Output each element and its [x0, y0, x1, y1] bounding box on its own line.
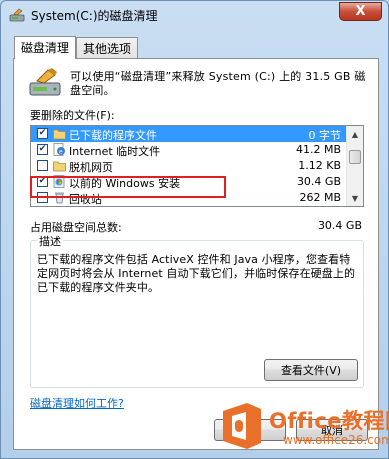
disk-cleanup-window: System(C:)的磁盘清理 X 磁盘清理 其他选项 可以使用“磁盘清理”来释… — [0, 0, 389, 459]
folder-icon — [53, 129, 66, 140]
checkbox[interactable]: ✔ — [37, 128, 48, 139]
close-icon: X — [355, 4, 366, 19]
recycle-bin-icon — [55, 192, 64, 204]
description-text: 已下载的程序文件包括 ActiveX 控件和 Java 小程序，您查看特定网页时… — [37, 253, 356, 294]
ie-icon: e — [53, 143, 65, 156]
scrollbar-thumb[interactable] — [349, 150, 361, 164]
list-item-previous-windows[interactable]: ✔ 以前的 Windows 安装 30.4 GB — [31, 174, 349, 190]
close-button[interactable]: X — [339, 2, 382, 21]
windows-setup-icon — [53, 175, 65, 188]
disk-cleanup-icon — [9, 8, 25, 22]
offline-page-icon — [53, 161, 66, 172]
file-list-scrollbar[interactable]: ▲ ▼ — [346, 126, 363, 206]
title-bar[interactable]: System(C:)的磁盘清理 X — [1, 1, 388, 29]
tab-disk-cleanup[interactable]: 磁盘清理 — [14, 36, 76, 59]
total-space-value: 30.4 GB — [317, 219, 362, 232]
files-to-delete-label: 要删除的文件(F): — [30, 109, 115, 122]
office-logo-icon — [223, 403, 261, 449]
checkbox[interactable]: ✔ — [37, 176, 48, 187]
description-group: 描述 已下载的程序文件包括 ActiveX 控件和 Java 小程序，您查看特定… — [30, 233, 364, 388]
svg-text:e: e — [59, 149, 63, 156]
checkbox[interactable] — [37, 192, 48, 203]
watermark: Office教程网 www.office26.com — [217, 399, 389, 457]
scroll-down-arrow-icon[interactable]: ▼ — [348, 191, 362, 205]
watermark-line-2: www.office26.com — [283, 433, 389, 447]
disk-cleanup-panel: 可以使用“磁盘清理”来释放 System (C:) 上的 31.5 GB 磁盘空… — [13, 58, 379, 450]
checkbox[interactable] — [37, 160, 48, 171]
window-title: System(C:)的磁盘清理 — [31, 9, 158, 23]
description-title: 描述 — [37, 233, 63, 249]
intro-text: 可以使用“磁盘清理”来释放 System (C:) 上的 31.5 GB 磁盘空… — [70, 70, 366, 97]
help-link[interactable]: 磁盘清理如何工作? — [30, 395, 124, 411]
list-item-internet-temp[interactable]: ✔ e Internet 临时文件 41.2 MB — [31, 142, 349, 158]
scroll-up-arrow-icon[interactable]: ▲ — [348, 127, 362, 141]
list-item-downloaded-programs[interactable]: ✔ 已下载的程序文件 0 字节 — [31, 126, 349, 142]
list-item-offline-pages[interactable]: 脱机网页 1.12 KB — [31, 158, 349, 174]
list-item-recycle-bin[interactable]: 回收站 262 MB — [31, 190, 349, 206]
disk-cleanup-large-icon — [29, 68, 61, 96]
tab-more-options[interactable]: 其他选项 — [76, 37, 138, 58]
watermark-line-1: Office教程网 — [269, 409, 389, 433]
view-files-button[interactable]: 查看文件(V) — [264, 359, 358, 381]
file-list[interactable]: ✔ 已下载的程序文件 0 字节 ✔ e Internet 临时文件 41.2 M… — [30, 125, 364, 207]
checkbox[interactable]: ✔ — [37, 144, 48, 155]
